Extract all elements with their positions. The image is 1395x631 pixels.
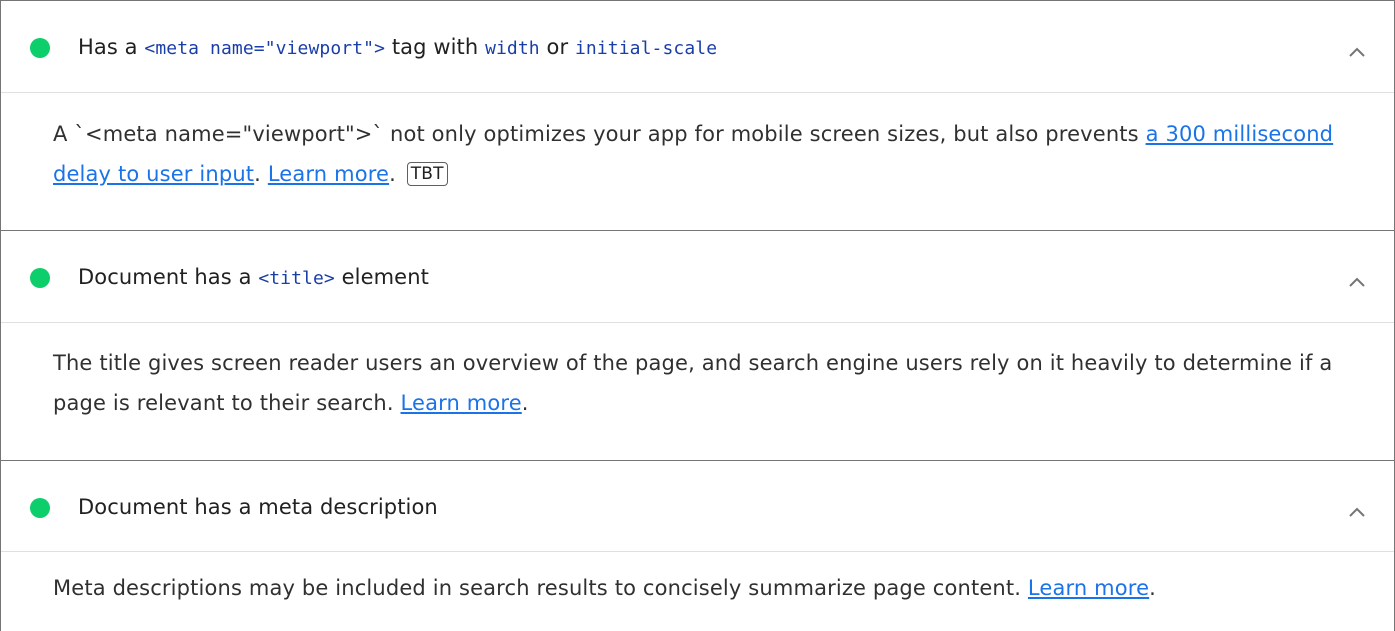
description-text: . xyxy=(254,162,268,186)
learn-more-link[interactable]: Learn more xyxy=(268,162,389,186)
audit-title: Document has a <title> element xyxy=(78,261,429,295)
title-code: width xyxy=(485,38,540,59)
description-text: . xyxy=(389,162,396,186)
learn-more-link[interactable]: Learn more xyxy=(401,391,522,415)
audit-description: Meta descriptions may be included in sea… xyxy=(53,568,1373,608)
description-text: . xyxy=(1149,576,1156,600)
audit-header-document-title[interactable]: Document has a <title> element xyxy=(1,231,1394,323)
pass-status-icon xyxy=(30,498,50,518)
audit-title: Document has a meta description xyxy=(78,495,438,519)
audit-description: The title gives screen reader users an o… xyxy=(53,343,1373,423)
description-text: The title gives screen reader users an o… xyxy=(53,351,1333,415)
audit-header-viewport[interactable]: Has a <meta name="viewport"> tag with wi… xyxy=(1,1,1394,93)
audit-viewport: Has a <meta name="viewport"> tag with wi… xyxy=(0,0,1395,231)
title-text: Has a xyxy=(78,35,145,59)
audit-description: A `<meta name="viewport">` not only opti… xyxy=(53,114,1373,194)
title-text: tag with xyxy=(385,35,486,59)
audit-header-meta-description[interactable]: Document has a meta description xyxy=(1,461,1394,552)
audit-meta-description: Document has a meta description Meta des… xyxy=(0,460,1395,631)
learn-more-link[interactable]: Learn more xyxy=(1028,576,1149,600)
title-code: <meta name="viewport"> xyxy=(144,38,386,59)
title-code: initial-scale xyxy=(574,38,718,59)
pass-status-icon xyxy=(30,268,50,288)
title-code: <title> xyxy=(258,268,335,289)
audit-title: Has a <meta name="viewport"> tag with wi… xyxy=(78,31,717,65)
description-text: A `<meta name="viewport">` not only opti… xyxy=(53,122,1146,146)
title-text: or xyxy=(539,35,575,59)
audit-document-title: Document has a <title> element The title… xyxy=(0,230,1395,461)
description-text: . xyxy=(521,391,529,415)
title-text: element xyxy=(334,265,429,289)
chevron-up-icon[interactable] xyxy=(1344,499,1370,525)
chevron-up-icon[interactable] xyxy=(1344,269,1370,295)
title-text: Document has a xyxy=(78,265,259,289)
pass-status-icon xyxy=(30,38,50,58)
description-text: Meta descriptions may be included in sea… xyxy=(53,576,1028,600)
metric-badge: TBT xyxy=(406,162,448,186)
chevron-up-icon[interactable] xyxy=(1344,39,1370,65)
